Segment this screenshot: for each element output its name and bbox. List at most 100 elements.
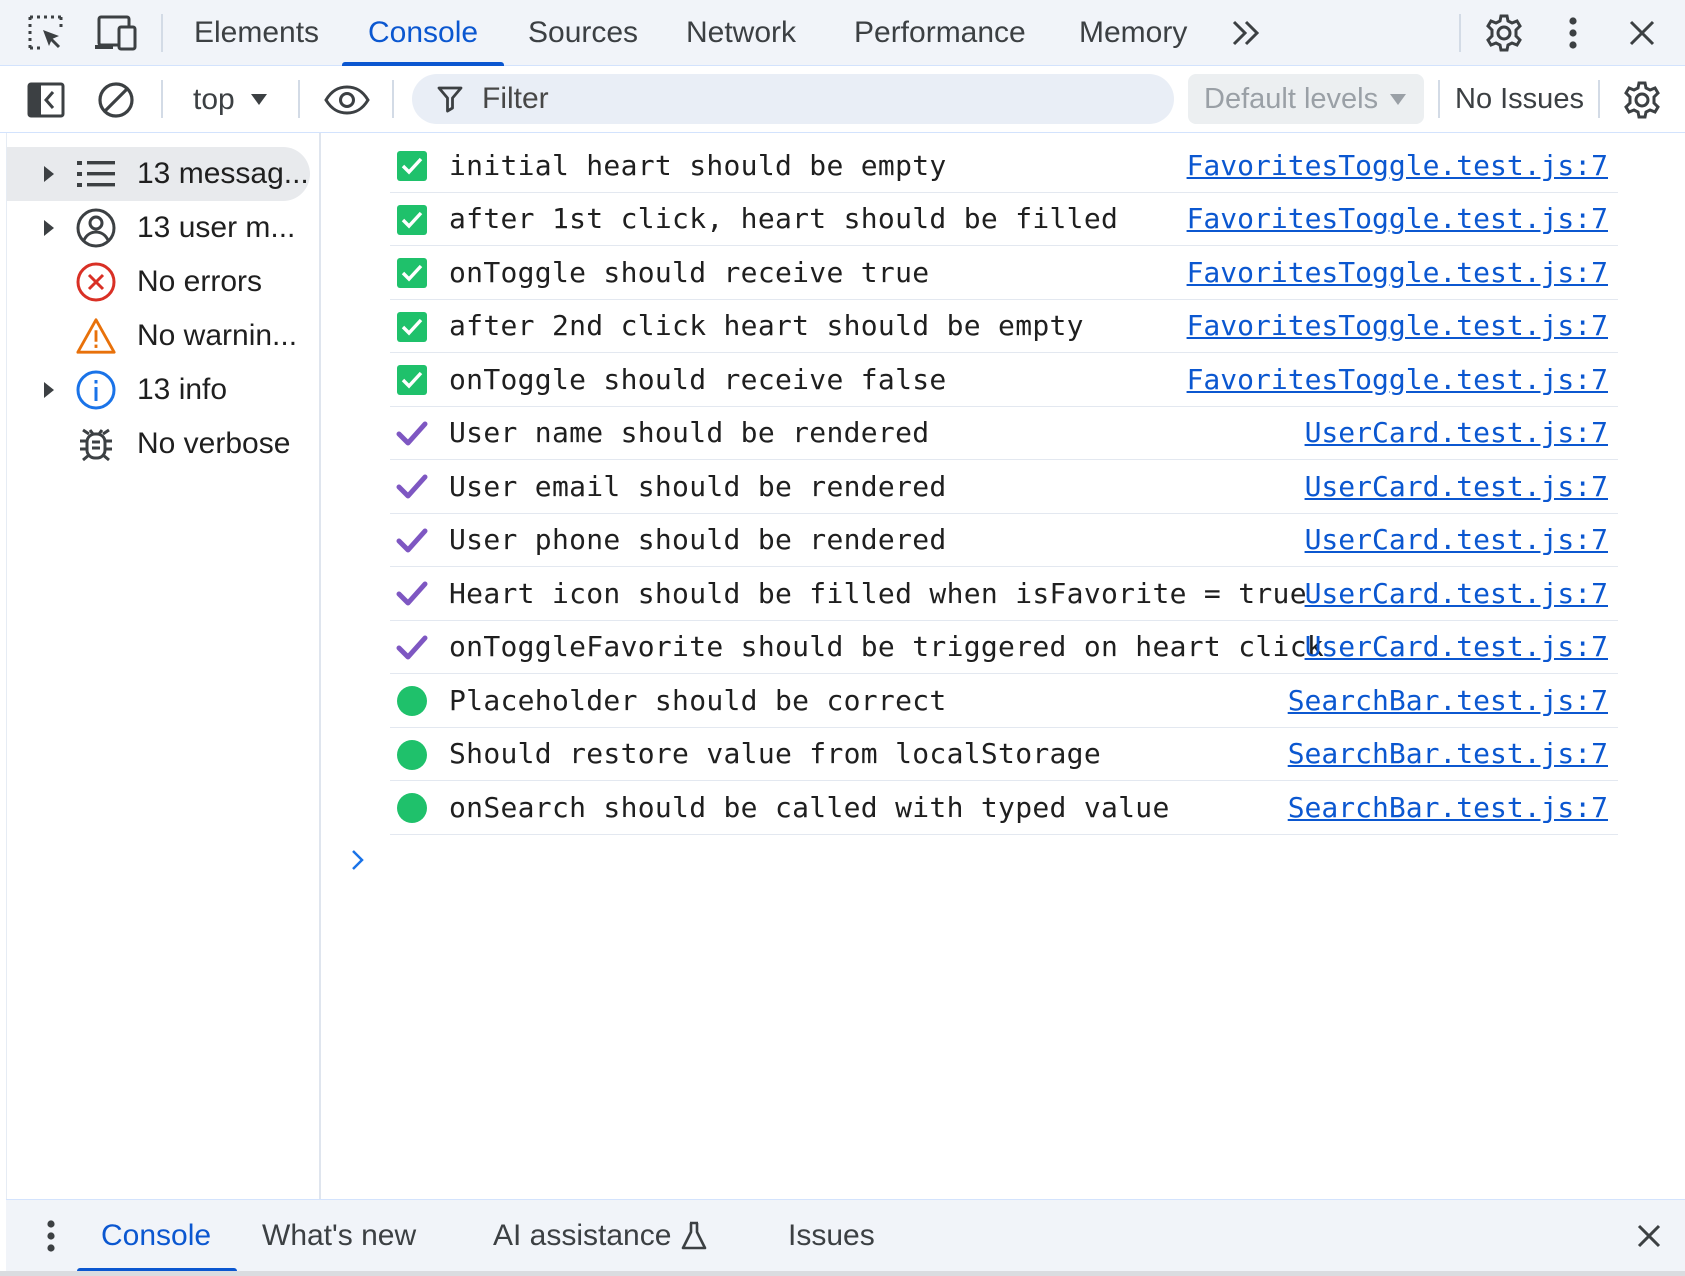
- clear-console-icon[interactable]: [93, 66, 139, 133]
- checkmark-icon: [396, 632, 428, 664]
- console-message-row: Heart icon should be filled when isFavor…: [390, 567, 1618, 621]
- log-levels-label: Default levels: [1204, 82, 1379, 115]
- tab-performance[interactable]: Performance: [854, 0, 1026, 66]
- sidebar-item-label: No verbose: [137, 427, 291, 460]
- chevron-down-icon: [250, 94, 267, 105]
- console-message-text: Should restore value from localStorage: [449, 737, 1101, 771]
- sidebar-item-messages[interactable]: 13 messag...: [7, 147, 310, 201]
- divider: [392, 80, 394, 118]
- green-dot-icon: [396, 792, 428, 824]
- context-selector[interactable]: top: [193, 66, 267, 133]
- devtools-tab-bar: Elements Console Sources Network Perform…: [0, 0, 1685, 66]
- checkmark-icon: [396, 525, 428, 557]
- source-link[interactable]: UserCard.test.js:7: [1305, 577, 1608, 610]
- sidebar-toggle-icon[interactable]: [24, 66, 68, 133]
- checkmark-icon: [396, 471, 428, 503]
- source-link[interactable]: UserCard.test.js:7: [1305, 416, 1608, 449]
- chevron-down-icon: [1390, 93, 1407, 105]
- bug-icon: [75, 423, 117, 465]
- console-message-text: initial heart should be empty: [449, 148, 947, 182]
- console-settings-icon[interactable]: [1620, 66, 1664, 133]
- console-message-row: initial heart should be empty FavoritesTo…: [390, 139, 1618, 193]
- source-link[interactable]: FavoritesToggle.test.js:7: [1187, 202, 1608, 235]
- drawer-more-options-icon[interactable]: [34, 1200, 68, 1272]
- source-link[interactable]: SearchBar.test.js:7: [1288, 791, 1608, 824]
- divider: [1459, 14, 1461, 52]
- console-message-row: User email should be rendered UserCard.te…: [390, 460, 1618, 514]
- console-message-text: onToggleFavorite should be triggered on …: [449, 630, 1325, 664]
- filter-input[interactable]: Filter: [412, 74, 1174, 124]
- console-message-row: User phone should be rendered UserCard.te…: [390, 514, 1618, 567]
- drawer-tab-whats-new[interactable]: What's new: [262, 1200, 416, 1272]
- source-link[interactable]: UserCard.test.js:7: [1305, 523, 1608, 556]
- expand-arrow-icon[interactable]: [44, 166, 54, 182]
- drawer-tab-ai-assistance[interactable]: AI assistance: [493, 1200, 707, 1272]
- source-link[interactable]: UserCard.test.js:7: [1305, 470, 1608, 503]
- check-box-icon: [396, 257, 428, 289]
- console-message-row: onToggle should receive true FavoritesTog…: [390, 246, 1618, 300]
- console-message-text: User phone should be rendered: [449, 523, 947, 557]
- window-bottom-edge: [0, 1271, 1685, 1276]
- divider: [1438, 80, 1440, 118]
- console-message-row: Should restore value from localStorage Se…: [390, 728, 1618, 781]
- console-message-row: Placeholder should be correct SearchBar.t…: [390, 674, 1618, 728]
- sidebar-item-verbose[interactable]: No verbose: [7, 417, 312, 471]
- sidebar-item-label: 13 messag...: [137, 157, 309, 190]
- console-message-text: after 2nd click heart should be empty: [449, 309, 1084, 343]
- checkmark-icon: [396, 418, 428, 450]
- console-message-text: User name should be rendered: [449, 416, 930, 450]
- source-link[interactable]: FavoritesToggle.test.js:7: [1187, 149, 1608, 182]
- error-icon: [75, 261, 117, 303]
- console-messages: initial heart should be empty FavoritesTo…: [390, 139, 1618, 835]
- source-link[interactable]: FavoritesToggle.test.js:7: [1187, 363, 1608, 396]
- filter-placeholder: Filter: [482, 82, 549, 115]
- checkmark-icon: [396, 578, 428, 610]
- source-link[interactable]: FavoritesToggle.test.js:7: [1187, 309, 1608, 342]
- console-message-text: onToggle should receive true: [449, 255, 930, 289]
- sidebar-item-errors[interactable]: No errors: [7, 255, 312, 309]
- user-icon: [75, 207, 117, 249]
- check-box-icon: [396, 150, 428, 182]
- tab-console[interactable]: Console: [341, 0, 505, 66]
- console-message-row: after 1st click, heart should be filled F…: [390, 193, 1618, 246]
- source-link[interactable]: SearchBar.test.js:7: [1288, 737, 1608, 770]
- tab-sources[interactable]: Sources: [528, 0, 638, 66]
- console-message-text: Placeholder should be correct: [449, 683, 947, 717]
- more-options-icon[interactable]: [1556, 0, 1590, 66]
- tab-network[interactable]: Network: [686, 0, 796, 66]
- check-box-icon: [396, 311, 428, 343]
- expand-arrow-icon[interactable]: [44, 382, 54, 398]
- inspect-element-icon[interactable]: [24, 0, 68, 66]
- source-link[interactable]: FavoritesToggle.test.js:7: [1187, 256, 1608, 289]
- source-link[interactable]: UserCard.test.js:7: [1305, 630, 1608, 663]
- sidebar-item-warnings[interactable]: No warnin...: [7, 309, 312, 363]
- list-icon: [75, 153, 117, 195]
- context-label: top: [193, 82, 235, 116]
- sidebar-item-user-messages[interactable]: 13 user m...: [7, 201, 312, 255]
- console-message-row: onToggleFavorite should be triggered on …: [390, 621, 1618, 674]
- divider: [1598, 80, 1600, 118]
- check-box-icon: [396, 364, 428, 396]
- live-expression-eye-icon[interactable]: [322, 66, 372, 133]
- console-message-text: after 1st click, heart should be filled: [449, 202, 1119, 236]
- divider: [161, 14, 163, 52]
- tab-memory[interactable]: Memory: [1079, 0, 1187, 66]
- close-devtools-icon[interactable]: [1624, 0, 1660, 66]
- console-message-text: User email should be rendered: [449, 469, 947, 503]
- divider: [298, 80, 300, 118]
- sidebar-item-info[interactable]: 13 info: [7, 363, 312, 417]
- expand-arrow-icon[interactable]: [44, 220, 54, 236]
- tab-elements[interactable]: Elements: [194, 0, 319, 66]
- console-prompt-chevron-icon[interactable]: [350, 848, 366, 877]
- device-toolbar-icon[interactable]: [92, 0, 140, 66]
- drawer-tab-console[interactable]: Console: [76, 1200, 238, 1272]
- close-drawer-icon[interactable]: [1632, 1200, 1666, 1272]
- sidebar-item-label: No errors: [137, 265, 263, 298]
- source-link[interactable]: SearchBar.test.js:7: [1288, 684, 1608, 717]
- more-tabs-icon[interactable]: [1228, 0, 1264, 66]
- issues-counter[interactable]: No Issues: [1455, 66, 1584, 133]
- log-levels-dropdown[interactable]: Default levels: [1188, 74, 1424, 124]
- settings-icon[interactable]: [1482, 0, 1526, 66]
- drawer-tab-issues[interactable]: Issues: [788, 1200, 875, 1272]
- console-message-text: onSearch should be called with typed val…: [449, 790, 1170, 824]
